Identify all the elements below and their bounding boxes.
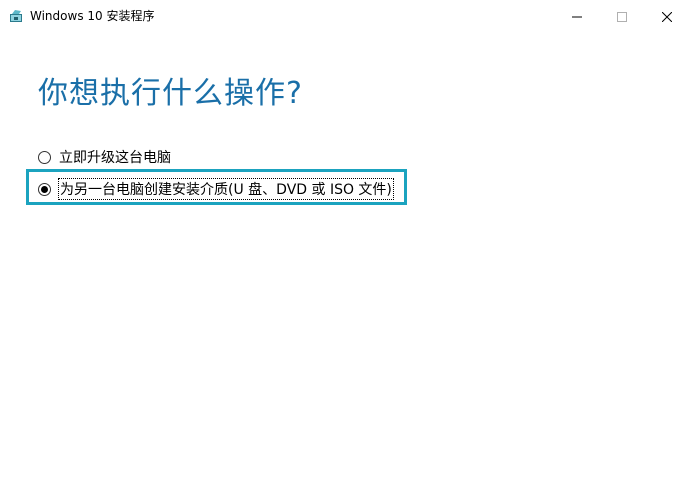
option-create-install-media[interactable]: 为另一台电脑创建安装介质(U 盘、DVD 或 ISO 文件) [38, 178, 394, 200]
windows-setup-icon [9, 8, 24, 22]
minimize-button[interactable] [554, 0, 600, 32]
option-upgrade-this-pc[interactable]: 立即升级这台电脑 [38, 147, 171, 167]
minimize-icon [572, 7, 582, 26]
maximize-icon [617, 7, 627, 26]
option-label-create-media: 为另一台电脑创建安装介质(U 盘、DVD 或 ISO 文件) [58, 178, 394, 200]
close-button[interactable] [644, 0, 690, 32]
maximize-button[interactable] [599, 0, 645, 32]
window-title: Windows 10 安装程序 [30, 9, 155, 23]
radio-upgrade-this-pc[interactable] [38, 150, 51, 164]
setup-window: Windows 10 安装程序 你想执行什么操作? 立即升级这台电脑 为另一台电… [0, 0, 698, 488]
page-heading: 你想执行什么操作? [38, 76, 303, 111]
option-label-upgrade: 立即升级这台电脑 [59, 150, 171, 166]
title-bar: Windows 10 安装程序 [0, 0, 698, 32]
close-icon [661, 7, 673, 26]
radio-create-install-media[interactable] [38, 182, 51, 196]
